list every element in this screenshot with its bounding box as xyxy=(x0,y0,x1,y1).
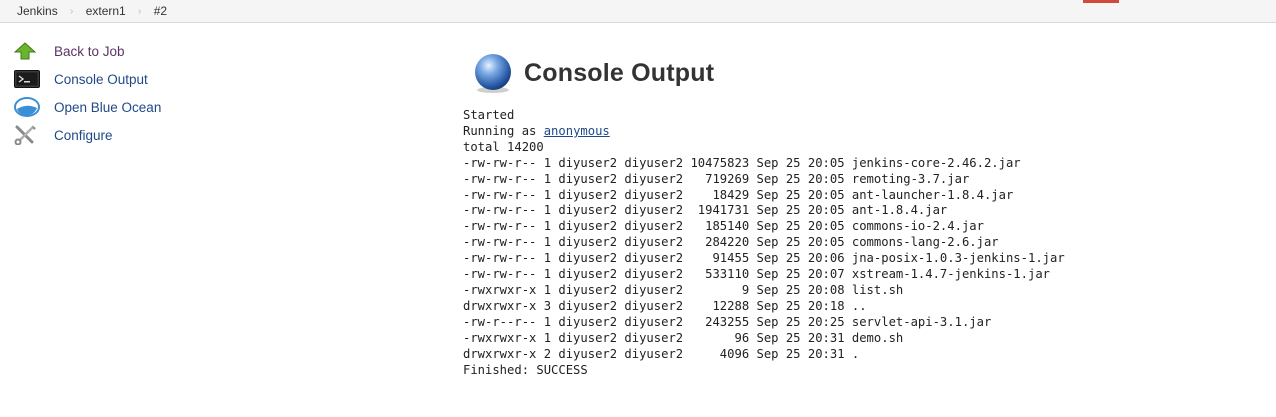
sidebar-item-label: Console Output xyxy=(54,71,148,87)
blue-ocean-icon xyxy=(14,97,42,117)
up-arrow-icon xyxy=(14,41,42,61)
wrench-screwdriver-icon xyxy=(14,125,42,145)
breadcrumb-jenkins[interactable]: Jenkins xyxy=(0,4,58,18)
blue-orb-icon xyxy=(468,52,518,94)
sidebar-item-label: Configure xyxy=(54,127,113,143)
console-file-line: -rw-r--r-- 1 diyuser2 diyuser2 243255 Se… xyxy=(463,314,992,329)
console-running-as-text: Running as xyxy=(463,123,544,138)
console-line-started: Started xyxy=(463,108,515,122)
console-file-line: drwxrwxr-x 2 diyuser2 diyuser2 4096 Sep … xyxy=(463,346,860,361)
side-panel: Back to Job Console Output Open Blue Oce… xyxy=(14,37,274,149)
console-file-line: -rwxrwxr-x 1 diyuser2 diyuser2 9 Sep 25 … xyxy=(463,282,904,297)
breadcrumb-separator: › xyxy=(138,5,142,17)
user-link[interactable]: anonymous xyxy=(544,124,610,138)
sidebar-item-label: Back to Job xyxy=(54,43,125,59)
sidebar-item-console-output[interactable]: Console Output xyxy=(14,65,274,93)
console-line-running-as: Running as anonymous xyxy=(463,124,1065,140)
console-file-line: -rwxrwxr-x 1 diyuser2 diyuser2 96 Sep 25… xyxy=(463,330,904,345)
console-file-line: -rw-rw-r-- 1 diyuser2 diyuser2 1941731 S… xyxy=(463,203,948,218)
sidebar-item-back-to-job[interactable]: Back to Job xyxy=(14,37,274,65)
console-file-line: -rw-rw-r-- 1 diyuser2 diyuser2 91455 Sep… xyxy=(463,251,1065,266)
console-line-total: total 14200 xyxy=(463,139,544,154)
breadcrumb-bar: Jenkins › extern1 › #2 xyxy=(0,0,1276,23)
console-file-line: -rw-rw-r-- 1 diyuser2 diyuser2 18429 Sep… xyxy=(463,187,1014,202)
console-file-line: -rw-rw-r-- 1 diyuser2 diyuser2 719269 Se… xyxy=(463,171,970,186)
console-output-log: Started Running as anonymous total 14200 -r… xyxy=(463,108,1065,378)
sidebar-item-configure[interactable]: Configure xyxy=(14,121,274,149)
terminal-icon xyxy=(14,69,42,89)
console-file-line: -rw-rw-r-- 1 diyuser2 diyuser2 284220 Se… xyxy=(463,235,999,250)
breadcrumb: Jenkins › extern1 › #2 xyxy=(0,0,167,22)
page-title: Console Output xyxy=(524,58,715,87)
console-file-line: -rw-rw-r-- 1 diyuser2 diyuser2 185140 Se… xyxy=(463,219,984,234)
top-accent-mark xyxy=(1083,0,1119,3)
breadcrumb-job[interactable]: extern1 xyxy=(86,4,126,18)
sidebar-item-open-blue-ocean[interactable]: Open Blue Ocean xyxy=(14,93,274,121)
console-file-line: -rw-rw-r-- 1 diyuser2 diyuser2 10475823 … xyxy=(463,155,1021,170)
console-file-line: drwxrwxr-x 3 diyuser2 diyuser2 12288 Sep… xyxy=(463,298,867,313)
console-file-line: -rw-rw-r-- 1 diyuser2 diyuser2 533110 Se… xyxy=(463,267,1050,282)
breadcrumb-separator: › xyxy=(70,5,74,17)
console-line-finished: Finished: SUCCESS xyxy=(463,362,588,377)
sidebar-item-label: Open Blue Ocean xyxy=(54,99,162,115)
breadcrumb-build[interactable]: #2 xyxy=(154,4,167,18)
page-header: Console Output xyxy=(468,52,714,94)
